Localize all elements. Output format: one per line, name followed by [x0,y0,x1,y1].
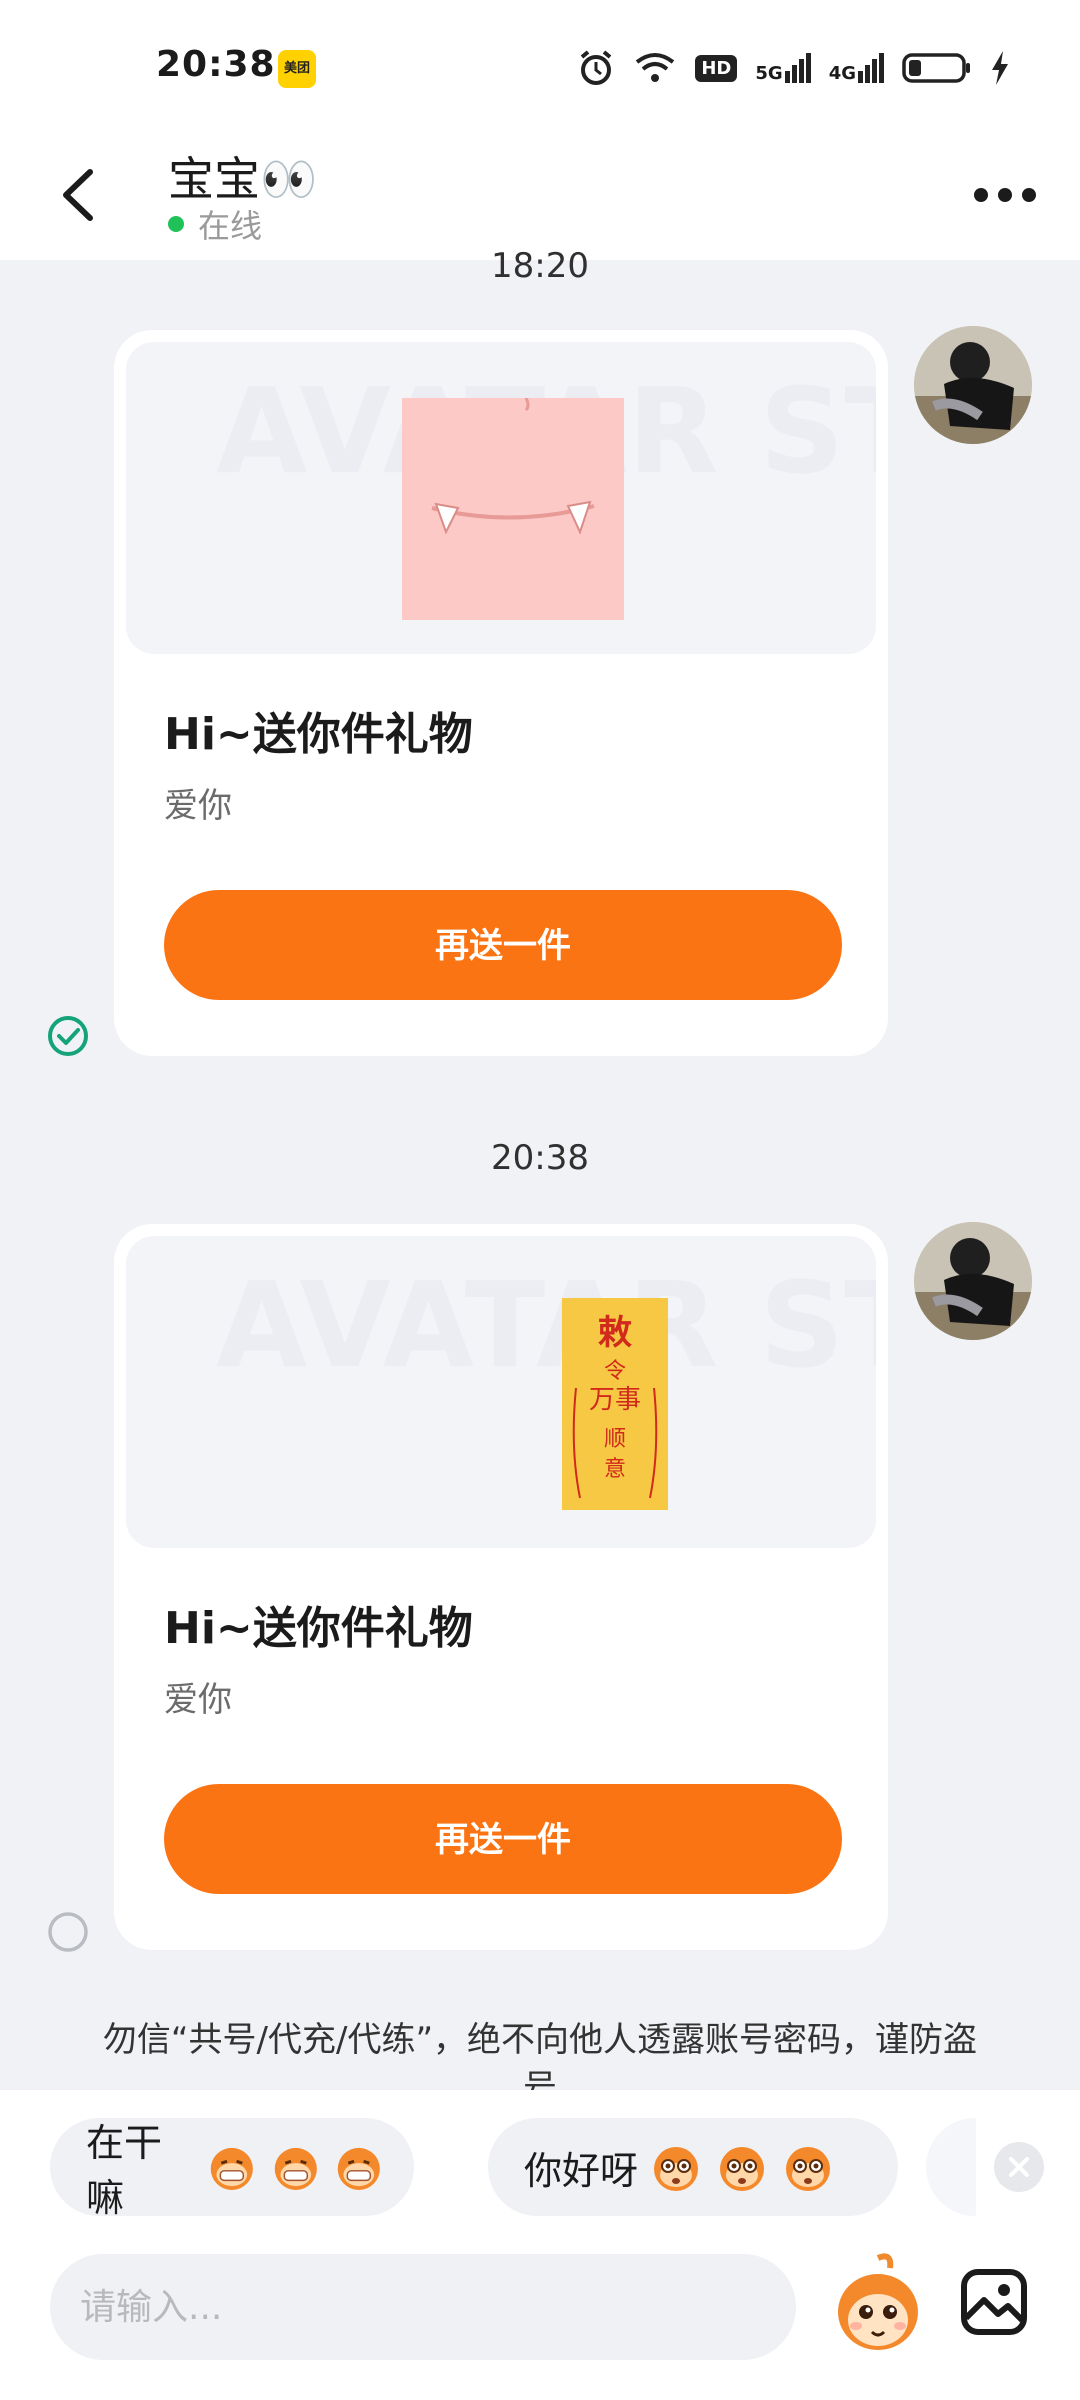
monkey-emoji-icon [786,2147,831,2191]
svg-text:AVATAR STORE: AVATAR STORE [216,1256,876,1394]
monkey-emoji-icon [720,2147,765,2191]
gift-image [402,398,624,620]
chevron-left-icon [63,169,93,221]
avatar[interactable] [914,1222,1032,1340]
contact-name[interactable]: 宝宝👀 [168,143,317,209]
pending-circle-icon [48,1912,88,1952]
meituan-app-icon: 美团 [278,50,316,88]
charging-icon [992,51,1008,85]
monkey-emoji-icon [210,2147,254,2190]
timestamp: 20:38 [491,1138,589,1178]
gift-card[interactable]: AVATAR STORE 敕 令 万事 顺 意 Hi~送你件礼物 爱你 再送一件 [114,1224,888,1950]
send-again-button[interactable]: 再送一件 [164,890,842,1000]
back-button[interactable] [52,160,112,230]
watermark: AVATAR STORE [216,1256,876,1394]
read-check-icon [48,1016,88,1056]
monkey-emoji-icon [338,2147,381,2190]
close-suggestions-button[interactable] [994,2142,1044,2192]
status-bar: 20:38 美团 HD 5G 4G [0,0,1080,135]
svg-text:意: 意 [604,1457,626,1482]
online-dot-icon [168,216,184,232]
wifi-icon [636,53,675,82]
svg-text:顺: 顺 [604,1427,626,1452]
svg-text:敕: 敕 [598,1313,632,1353]
quick-reply-chip[interactable]: 你好呀 [488,2118,898,2216]
alarm-icon [581,50,612,85]
status-time: 20:38 [156,44,276,85]
gift-message: 爱你 [164,1680,232,1720]
timestamp: 18:20 [491,246,589,278]
presence-status: 在线 [168,201,262,247]
svg-text:万事: 万事 [589,1385,641,1415]
signal-5g: 5G [755,53,811,83]
chat-header: 宝宝👀 在线 [0,135,1080,260]
quick-reply-chip[interactable]: 在干嘛 [50,2118,414,2220]
status-icons: HD 5G 4G [577,46,1010,90]
quick-reply-label: 在干嘛 [86,2121,163,2220]
signal-icon [858,53,884,83]
signal-icon [784,53,811,83]
signal-4g: 4G [829,53,884,83]
hd-badge: HD [695,54,738,82]
gift-message: 爱你 [164,786,232,826]
gift-preview[interactable]: AVATAR STORE [126,342,876,654]
presence-label: 在线 [198,207,263,245]
security-warning: 勿信“共号/代充/代练”，绝不向他人透露账号密码，谨防盗号 [102,2020,978,2090]
mascot-emoji-button[interactable] [832,2250,924,2360]
gift-title: Hi~送你件礼物 [164,709,473,760]
message-input[interactable] [50,2254,796,2360]
gift-preview[interactable]: AVATAR STORE 敕 令 万事 顺 意 [126,1236,876,1548]
input-area: 在干嘛 你好呀 [0,2090,1080,2400]
gift-card[interactable]: AVATAR STORE Hi~送你件礼物 爱你 再送一件 [114,330,888,1056]
quick-reply-chip-partial[interactable] [926,2118,976,2216]
battery-icon [902,53,970,83]
monkey-emoji-icon [274,2147,317,2190]
gift-title: Hi~送你件礼物 [164,1603,473,1654]
monkey-emoji-icon [654,2147,699,2191]
more-options-button[interactable] [970,175,1040,215]
send-again-button[interactable]: 再送一件 [164,1784,842,1894]
svg-text:令: 令 [604,1359,626,1384]
close-icon [1009,2157,1029,2177]
image-picker-button[interactable] [958,2266,1030,2338]
quick-reply-label: 你好呀 [524,2148,639,2193]
charm-image: 敕 令 万事 顺 意 [562,1298,668,1510]
avatar[interactable] [914,326,1032,444]
